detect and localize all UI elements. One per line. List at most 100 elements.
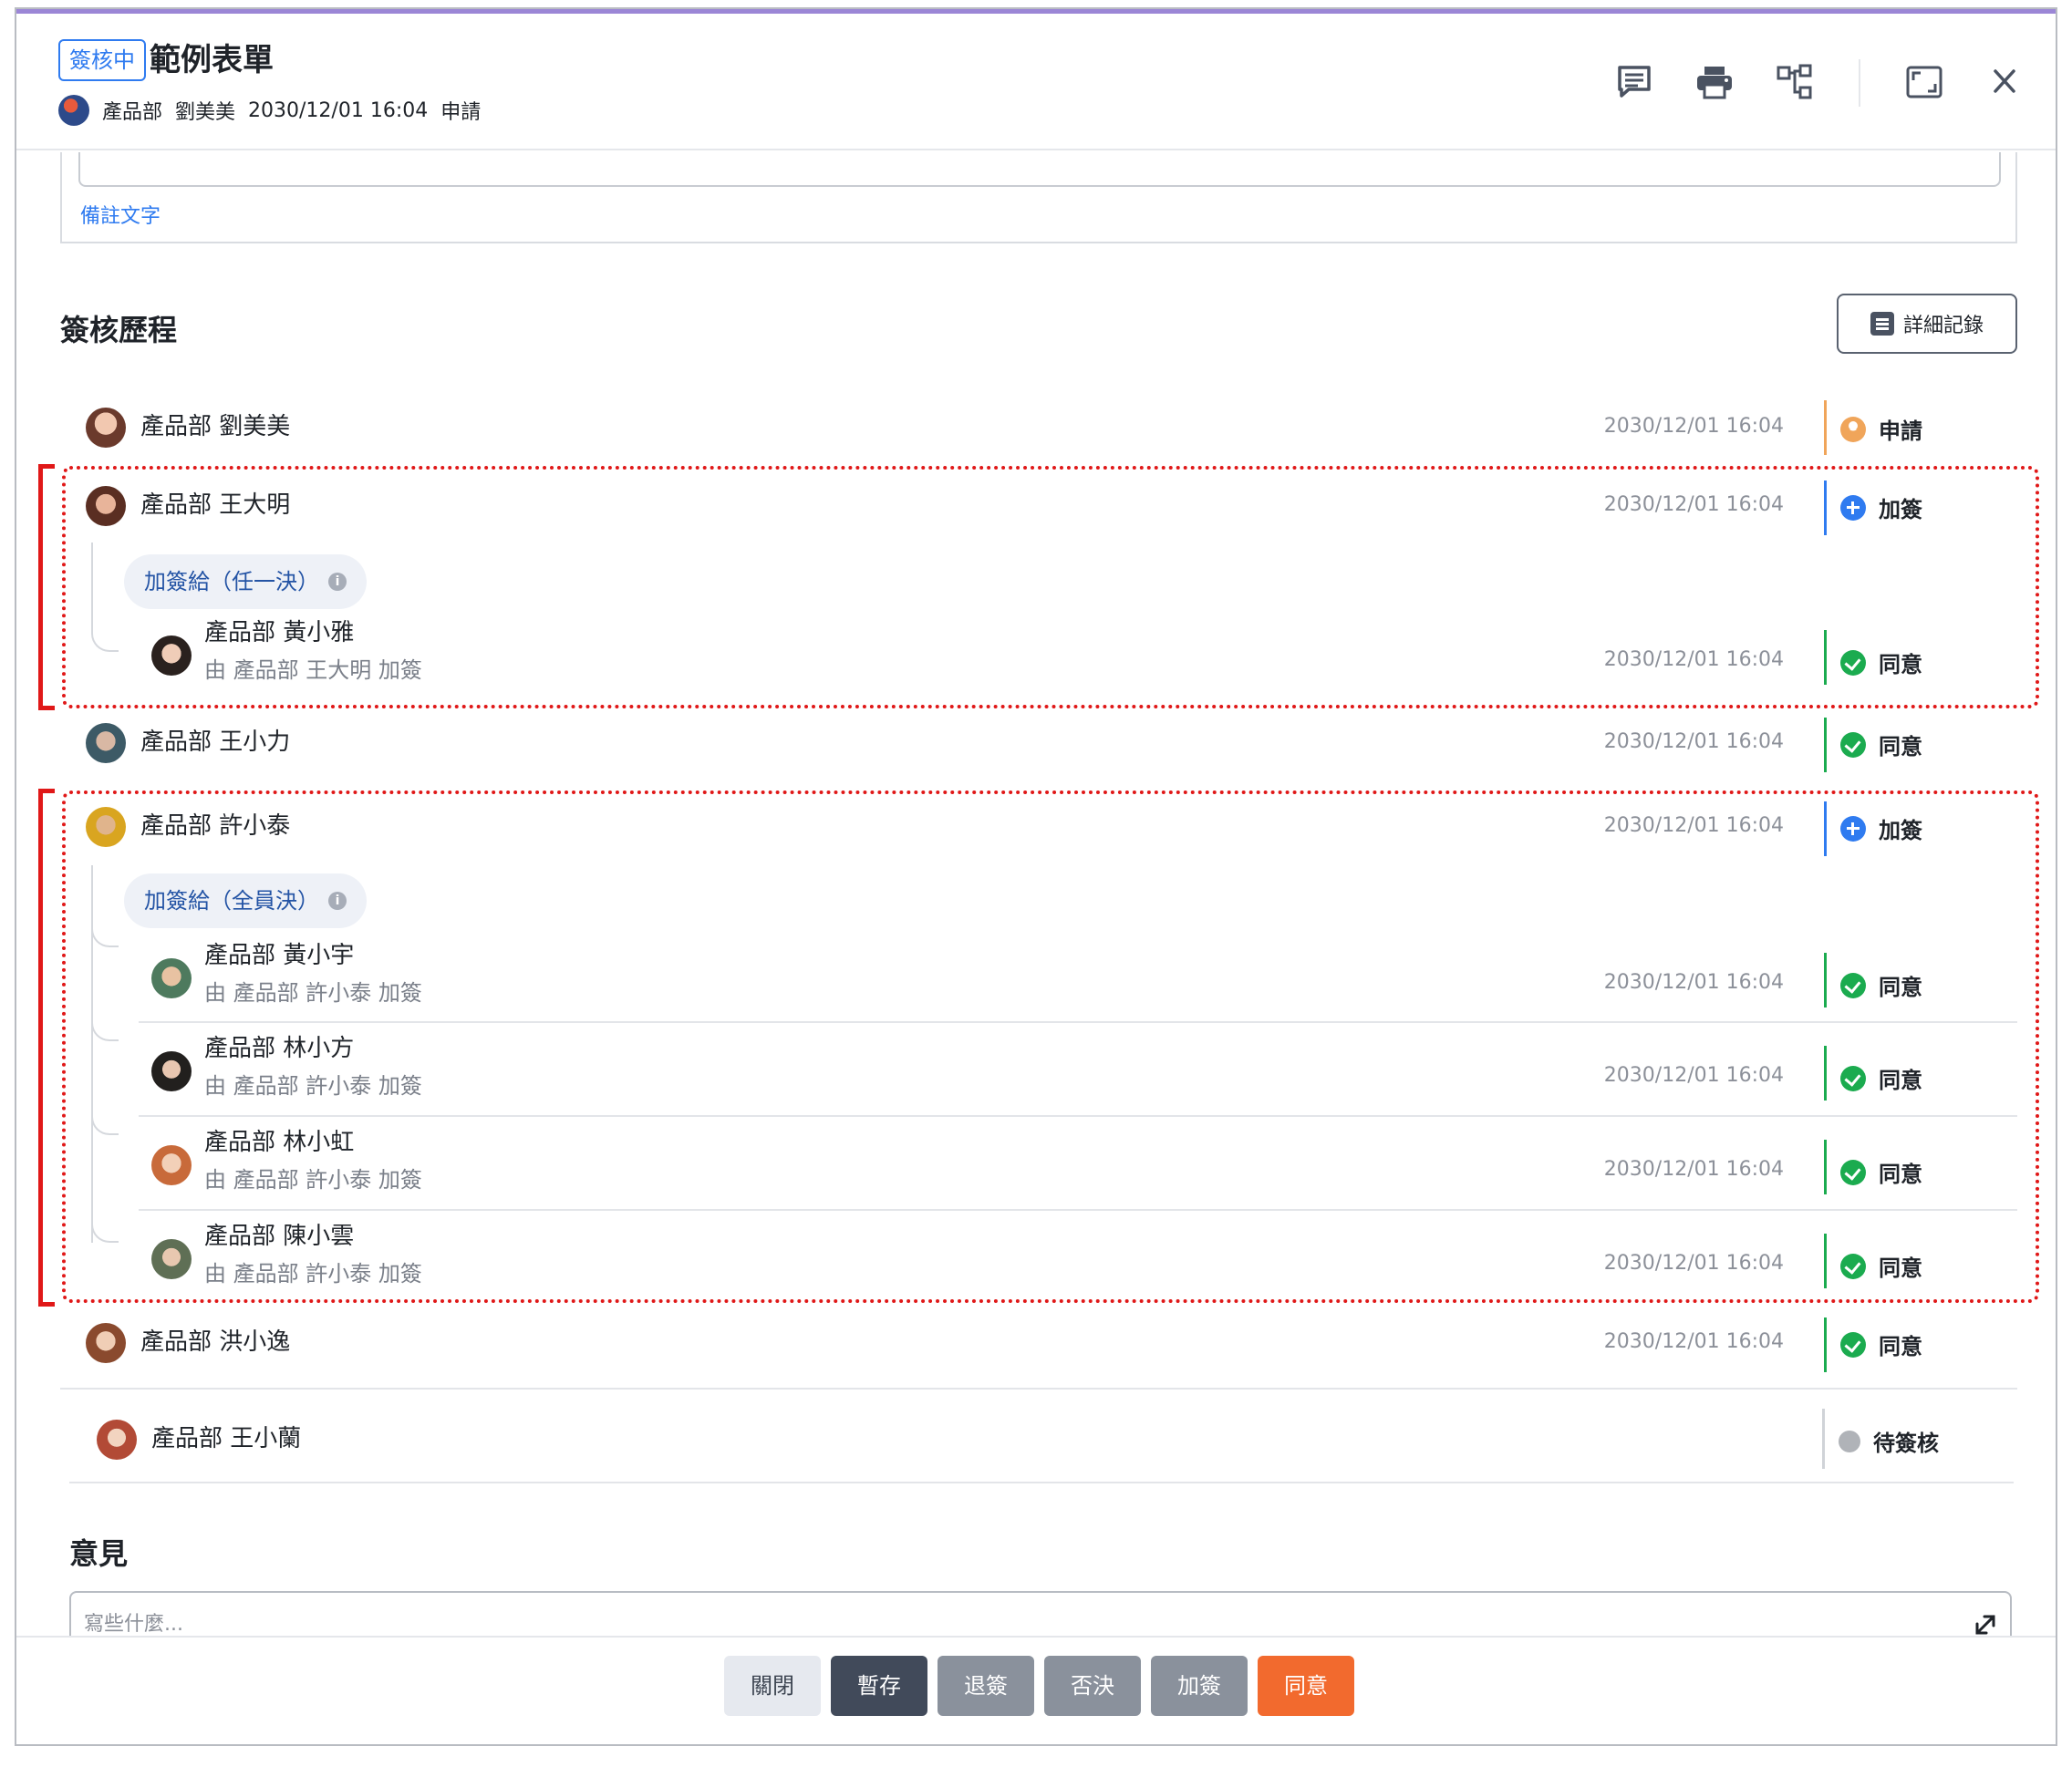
- row-person: 產品部 黃小雅: [204, 619, 355, 646]
- avatar: [86, 1323, 126, 1363]
- action-footer: 關閉 暫存 退簽 否決 加簽 同意: [16, 1636, 2056, 1744]
- close-button[interactable]: 關閉: [724, 1656, 821, 1716]
- close-icon[interactable]: [1984, 64, 2025, 100]
- print-icon[interactable]: [1694, 64, 1735, 100]
- status-approve: 同意: [1840, 1328, 1922, 1360]
- sub-row: 產品部 黃小雅 由 產品部 王大明 加簽 2030/12/01 16:04 同意: [60, 612, 2017, 694]
- info-icon[interactable]: i: [328, 892, 347, 910]
- status-label: 加簽: [1879, 818, 1922, 843]
- check-icon: [1840, 1331, 1866, 1358]
- status-bar: [1824, 630, 1827, 685]
- return-button[interactable]: 退簽: [938, 1656, 1034, 1716]
- sub-row: 產品部 林小虹 由 產品部 許小泰 加簽 2030/12/01 16:04 同意: [60, 1123, 2017, 1205]
- status-add-sign: 加簽: [1840, 491, 1922, 523]
- history-row: 產品部 洪小逸 2030/12/01 16:04 同意: [60, 1310, 2017, 1383]
- avatar: [86, 408, 126, 448]
- applied-action: 申請: [440, 101, 482, 124]
- row-person: 產品部 王小力: [140, 728, 291, 756]
- check-icon: [1840, 1065, 1866, 1091]
- row-person: 產品部 王大明: [140, 491, 291, 519]
- detail-record-button[interactable]: 詳細記錄: [1837, 294, 2017, 354]
- opinion-input[interactable]: [69, 1591, 2012, 1638]
- status-bar: [1824, 1318, 1827, 1372]
- divider: [69, 1482, 2014, 1483]
- row-time: 2030/12/01 16:04: [1603, 1158, 1784, 1181]
- avatar: [151, 636, 192, 676]
- divider: [60, 1388, 2017, 1390]
- save-draft-button[interactable]: 暫存: [831, 1656, 927, 1716]
- remark-input[interactable]: [78, 152, 2001, 187]
- avatar: [97, 1420, 137, 1460]
- applicant-avatar: [58, 95, 89, 126]
- row-time: 2030/12/01 16:04: [1603, 1330, 1784, 1353]
- form-title: 範例表單: [150, 42, 274, 78]
- avatar: [86, 723, 126, 763]
- flow-icon[interactable]: [1775, 64, 1815, 100]
- add-icon: [1840, 815, 1866, 842]
- header-divider: [1859, 59, 1860, 107]
- row-person: 產品部 陳小雲: [204, 1223, 355, 1250]
- status-bar: [1824, 400, 1827, 455]
- status-approve: 同意: [1840, 646, 1922, 678]
- avatar: [151, 1145, 192, 1185]
- row-added-by: 由 產品部 許小泰 加簽: [204, 1167, 422, 1193]
- remark-label: 備註文字: [80, 205, 161, 228]
- add-sign-pill-any: 加簽給（任一決） i: [124, 554, 367, 609]
- row-added-by: 由 產品部 許小泰 加簽: [204, 980, 422, 1006]
- pending-icon: [1839, 1430, 1860, 1452]
- row-person: 產品部 許小泰: [140, 812, 291, 840]
- list-icon: [1870, 312, 1894, 336]
- pill-label: 加簽給（全員決）: [144, 888, 319, 914]
- reject-button[interactable]: 否決: [1044, 1656, 1141, 1716]
- add-icon: [1840, 494, 1866, 521]
- sub-row: 產品部 林小方 由 產品部 許小泰 加簽 2030/12/01 16:04 同意: [60, 1029, 2017, 1111]
- status-approve: 同意: [1840, 728, 1922, 760]
- status-label: 申請: [1879, 418, 1922, 444]
- status-pending: 待簽核: [1839, 1425, 1939, 1457]
- status-label: 同意: [1879, 652, 1922, 677]
- check-icon: [1840, 649, 1866, 676]
- history-row: 產品部 王大明 2030/12/01 16:04 加簽: [60, 475, 2017, 548]
- approve-button[interactable]: 同意: [1258, 1656, 1354, 1716]
- applicant-line: 產品部 劉美美 2030/12/01 16:04 申請: [58, 94, 493, 127]
- status-bar: [1824, 1234, 1827, 1288]
- status-label: 同意: [1879, 1256, 1922, 1281]
- pill-label: 加簽給（任一決）: [144, 569, 319, 594]
- remark-section: 備註文字: [60, 152, 2017, 243]
- fullscreen-icon[interactable]: [1904, 64, 1944, 100]
- avatar: [86, 486, 126, 526]
- row-person: 產品部 劉美美: [140, 413, 291, 440]
- history-row: 產品部 許小泰 2030/12/01 16:04 加簽: [60, 794, 2017, 867]
- status-label: 同意: [1879, 1068, 1922, 1093]
- divider: [139, 1021, 2017, 1023]
- history-title: 簽核歷程: [60, 313, 178, 347]
- history-row: 產品部 劉美美 2030/12/01 16:04 申請: [60, 391, 2017, 464]
- row-time: 2030/12/01 16:04: [1603, 1252, 1784, 1275]
- row-time: 2030/12/01 16:04: [1603, 493, 1784, 516]
- highlight-bracket-2: [38, 789, 55, 1307]
- status-label: 待簽核: [1873, 1431, 1939, 1456]
- status-approve: 同意: [1840, 969, 1922, 1001]
- avatar: [151, 958, 192, 998]
- row-added-by: 由 產品部 王大明 加簽: [204, 657, 422, 683]
- row-time: 2030/12/01 16:04: [1603, 730, 1784, 753]
- sub-row: 產品部 黃小宇 由 產品部 許小泰 加簽 2030/12/01 16:04 同意: [60, 936, 2017, 1018]
- add-sign-button[interactable]: 加簽: [1151, 1656, 1248, 1716]
- avatar: [86, 807, 126, 847]
- status-add-sign: 加簽: [1840, 812, 1922, 844]
- applicant-name: 劉美美: [175, 101, 236, 124]
- status-apply: 申請: [1840, 413, 1922, 445]
- row-time: 2030/12/01 16:04: [1603, 971, 1784, 994]
- history-row: 產品部 王小蘭 待簽核: [60, 1403, 2017, 1476]
- row-person: 產品部 林小方: [204, 1035, 355, 1062]
- comment-icon[interactable]: [1614, 64, 1654, 100]
- status-label: 同意: [1879, 975, 1922, 1000]
- status-approve: 同意: [1840, 1156, 1922, 1188]
- info-icon[interactable]: i: [328, 573, 347, 591]
- row-added-by: 由 產品部 許小泰 加簽: [204, 1073, 422, 1099]
- row-person: 產品部 林小虹: [204, 1129, 355, 1156]
- status-bar: [1824, 801, 1827, 856]
- check-icon: [1840, 972, 1866, 998]
- expand-icon[interactable]: [1970, 1609, 2001, 1638]
- divider: [139, 1115, 2017, 1117]
